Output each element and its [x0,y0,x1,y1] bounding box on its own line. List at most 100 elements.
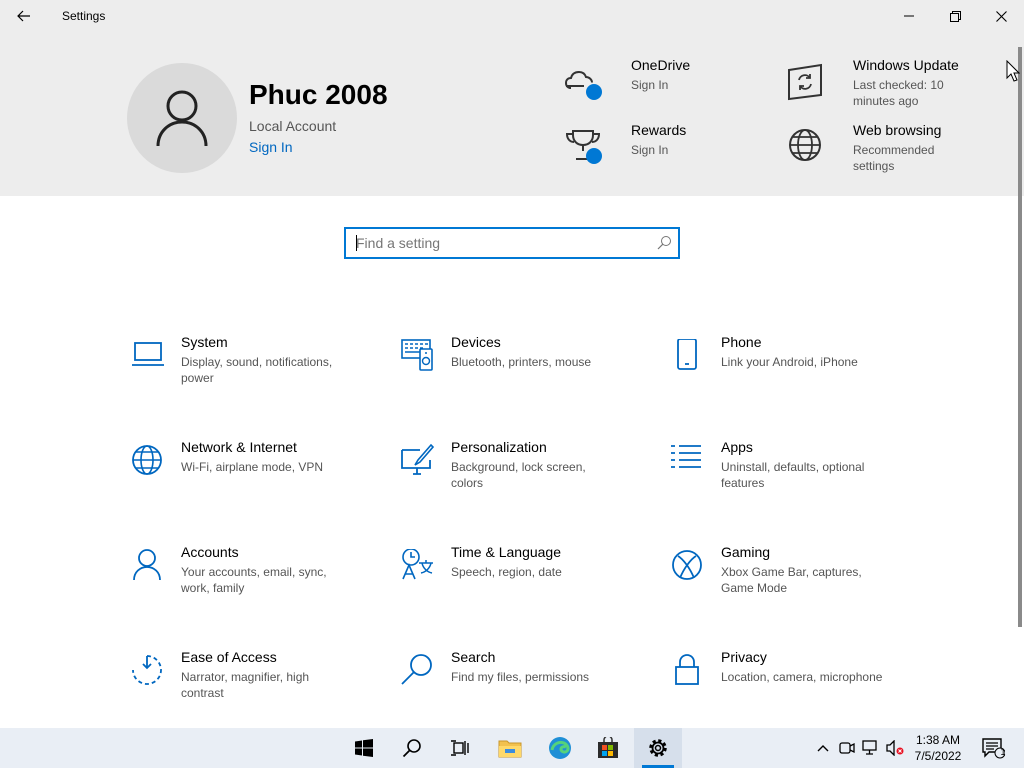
tile-apps[interactable]: Apps Uninstall, defaults, optional featu… [671,439,921,524]
tile-title: Devices [451,334,501,350]
settings-window: Settings Phuc 2008 Local Account Sign In [0,0,1024,728]
volume-muted-icon [886,740,904,756]
tile-ease-of-access[interactable]: Ease of Access Narrator, magnifier, high… [131,649,381,728]
paint-brush-icon [401,444,435,475]
globe-network-icon [132,445,162,475]
taskbar: 1:38 AM 7/5/2022 1 [0,728,1024,768]
mouse-pointer-icon [1006,60,1020,82]
clock[interactable]: 1:38 AM 7/5/2022 [903,732,973,764]
ease-of-access-icon [132,655,162,685]
tile-personalization[interactable]: Personalization Background, lock screen,… [401,439,651,524]
taskbar-search-button[interactable] [388,728,436,768]
onedrive-tile[interactable]: OneDrive Sign In [563,57,713,112]
show-hidden-icons-button[interactable] [812,728,834,768]
task-view-button[interactable] [436,728,484,768]
window-title: Settings [62,9,106,23]
search-icon [402,739,421,758]
tile-gaming[interactable]: Gaming Xbox Game Bar, captures, Game Mod… [671,544,921,629]
tile-description: Background, lock screen, colors [451,460,586,490]
title-bar: Settings [0,0,1024,32]
action-center-button[interactable]: 1 [978,728,1008,768]
tile-devices[interactable]: Devices Bluetooth, printers, mouse [401,334,651,419]
tile-description: Find my files, permissions [451,670,590,684]
search-input[interactable] [356,229,646,257]
tile-description: Narrator, magnifier, high contrast [181,670,310,700]
user-name: Phuc 2008 [249,79,388,110]
tile-description: Bluetooth, printers, mouse [451,355,592,369]
globe-icon [789,129,821,161]
web-browsing-title: Web browsing [853,122,942,138]
close-icon [995,10,1007,22]
tile-description: Xbox Game Bar, captures, Game Mode [721,565,862,595]
chevron-up-icon [817,745,829,752]
tile-description: Location, camera, microphone [721,670,883,684]
network-button[interactable] [860,728,882,768]
microsoft-store-icon [598,737,618,758]
clock-date: 7/5/2022 [914,749,962,763]
web-browsing-tile[interactable]: Web browsing Recommended settings [785,122,965,177]
close-button[interactable] [978,0,1024,32]
minimize-button[interactable] [886,0,932,32]
lock-icon [675,654,699,685]
file-explorer-icon [498,740,522,758]
onedrive-cloud-icon [564,70,602,100]
clock-time: 1:38 AM [915,733,961,747]
start-button[interactable] [340,728,388,768]
account-type: Local Account [249,118,337,134]
tile-description: Speech, region, date [451,565,562,579]
maximize-icon [949,10,961,22]
phone-icon [677,339,697,370]
scrollbar[interactable] [1018,47,1022,627]
file-explorer-button[interactable] [486,728,534,768]
person-icon [133,549,161,581]
tile-title: Privacy [721,649,767,665]
tile-search[interactable]: Search Find my files, permissions [401,649,651,728]
network-icon [862,740,877,755]
start-windows-icon [355,739,373,757]
time-language-icon [402,549,433,580]
rewards-trophy-icon [565,130,602,164]
onedrive-subtitle: Sign In [631,78,669,92]
tile-title: Time & Language [451,544,561,560]
onedrive-title: OneDrive [631,57,691,73]
web-browsing-subtitle: Recommended settings [853,143,935,173]
task-view-icon [451,740,469,756]
tile-system[interactable]: System Display, sound, notifications, po… [131,334,381,419]
meet-now-icon [839,742,855,754]
devices-icon [401,339,433,371]
user-silhouette-icon [156,90,208,147]
rewards-tile[interactable]: Rewards Sign In [563,122,713,177]
edge-browser-button[interactable] [536,728,584,768]
back-button[interactable] [8,4,40,28]
search-icon[interactable] [656,235,672,251]
laptop-icon [132,342,164,366]
tile-title: Gaming [721,544,771,560]
sign-in-link[interactable]: Sign In [249,139,293,155]
magnifier-icon [401,654,432,685]
tile-title: Network & Internet [181,439,297,455]
windows-update-subtitle: Last checked: 10 minutes ago [853,78,944,108]
tile-accounts[interactable]: Accounts Your accounts, email, sync, wor… [131,544,381,629]
tile-title: Apps [721,439,753,455]
meet-now-button[interactable] [836,728,858,768]
search-box[interactable] [344,227,680,259]
microsoft-store-button[interactable] [584,728,632,768]
minimize-icon [904,15,914,17]
maximize-button[interactable] [932,0,978,32]
tile-time-language[interactable]: Time & Language Speech, region, date [401,544,651,629]
rewards-title: Rewards [631,122,687,138]
windows-update-tile[interactable]: Windows Update Last checked: 10 minutes … [785,57,965,112]
tile-privacy[interactable]: Privacy Location, camera, microphone [671,649,921,728]
tile-title: Ease of Access [181,649,277,665]
avatar[interactable] [127,63,237,173]
tile-description: Your accounts, email, sync, work, family [181,565,327,595]
tile-description: Wi-Fi, airplane mode, VPN [181,460,324,474]
tile-network-internet[interactable]: Network & Internet Wi-Fi, airplane mode,… [131,439,381,524]
windows-update-title: Windows Update [853,57,959,73]
settings-taskbar-button[interactable] [634,728,682,768]
apps-list-icon [671,445,701,468]
windows-update-icon [788,63,822,101]
tile-phone[interactable]: Phone Link your Android, iPhone [671,334,921,419]
edge-browser-icon [549,737,571,759]
tile-description: Link your Android, iPhone [721,355,858,369]
